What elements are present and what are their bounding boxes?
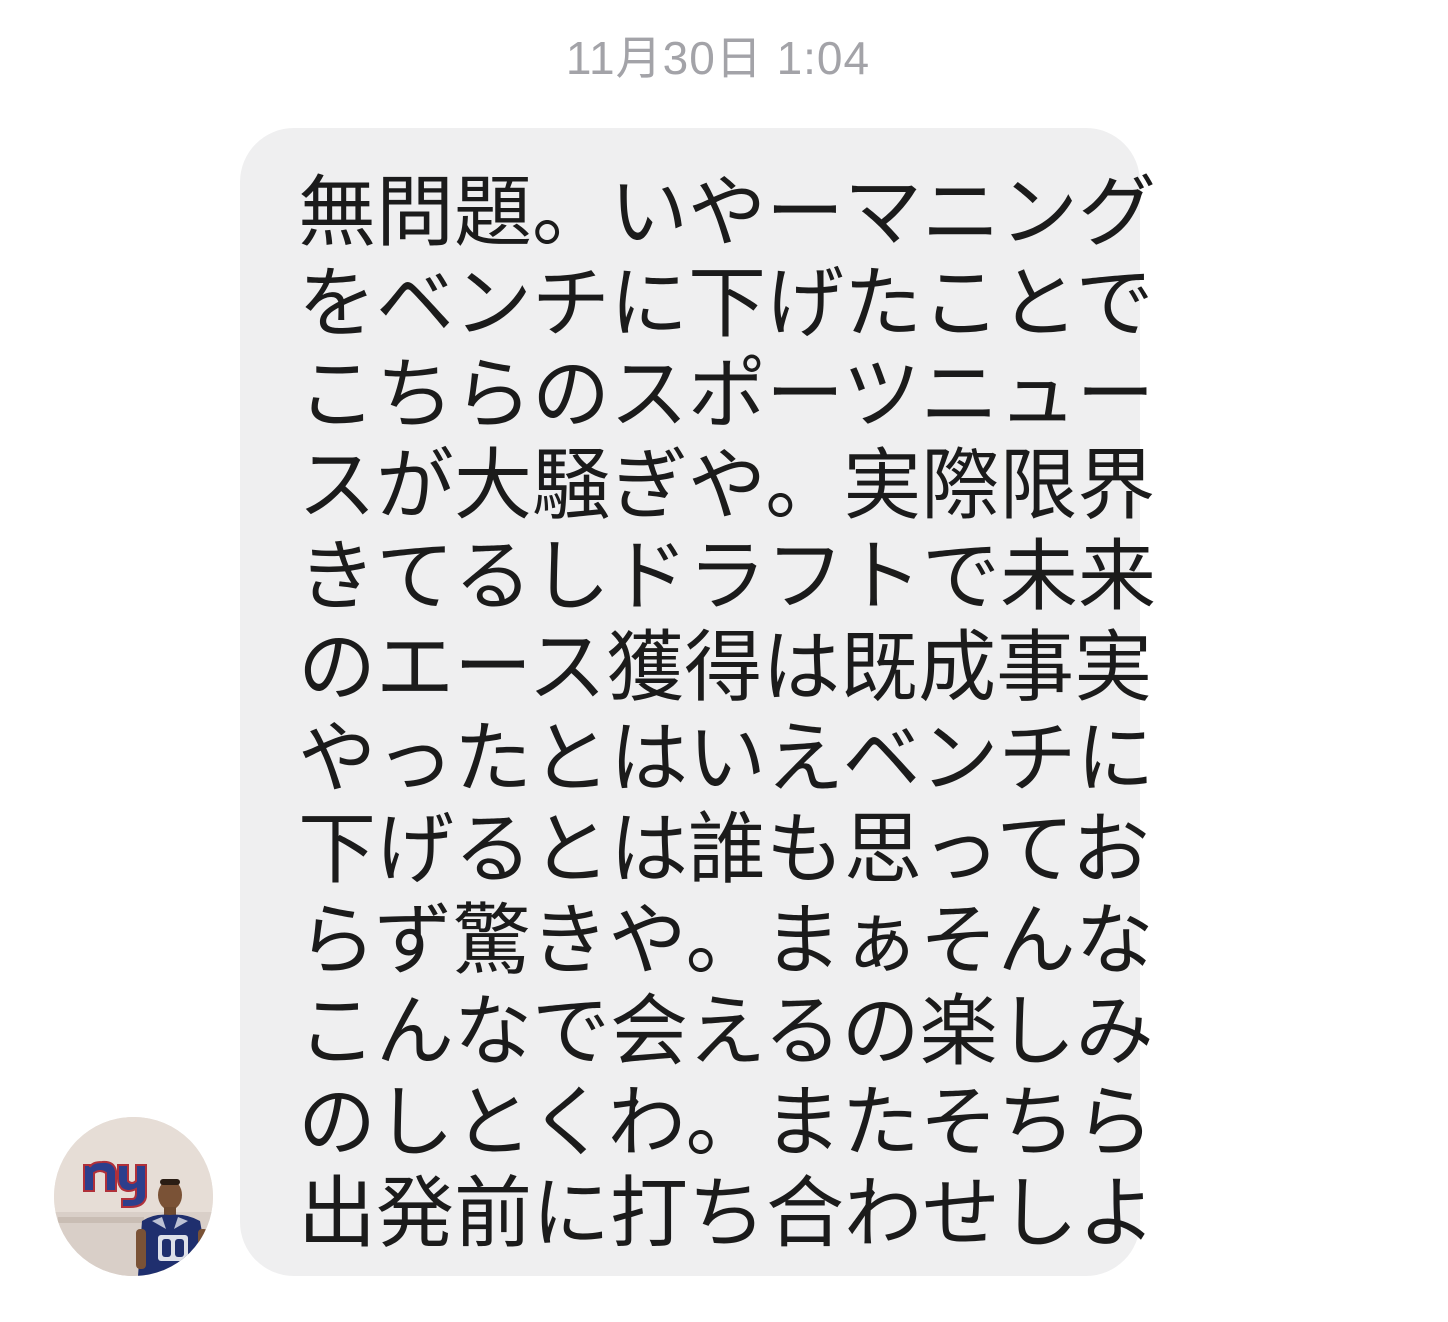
message-text-line: こちらのスポーツニュー — [298, 350, 1155, 440]
message-text-line: スが大騒ぎや。実際限界 — [298, 441, 1156, 531]
message-text-line: のしとくわ。またそちら — [298, 1078, 1154, 1168]
avatar-ny-giants-photo-icon — [54, 1117, 213, 1276]
sender-avatar[interactable] — [54, 1117, 213, 1276]
message-text-line: 出発前に打ち合わせしよ — [298, 1169, 1157, 1259]
message-text-line: 下げるとは誰も思ってお — [298, 805, 1150, 895]
message-text-line: やったとはいえベンチに — [298, 714, 1155, 804]
message-text-line: のエース獲得は既成事実 — [298, 623, 1153, 713]
received-message-bubble[interactable]: 無問題。いやーマニング をベンチに下げたことで こちらのスポーツニュー スが大騒… — [240, 128, 1157, 1276]
message-text-line: 無問題。いやーマニング — [298, 168, 1157, 258]
message-timestamp: 11月30日 1:04 — [565, 32, 871, 84]
message-text-line: らず驚きや。まぁそんな — [298, 896, 1154, 986]
message-text-line: きてるしドラフトで未来 — [298, 532, 1157, 622]
message-text-line: をベンチに下げたことで — [298, 259, 1154, 349]
message-text-line: こんなで会えるの楽しみ — [298, 987, 1154, 1077]
